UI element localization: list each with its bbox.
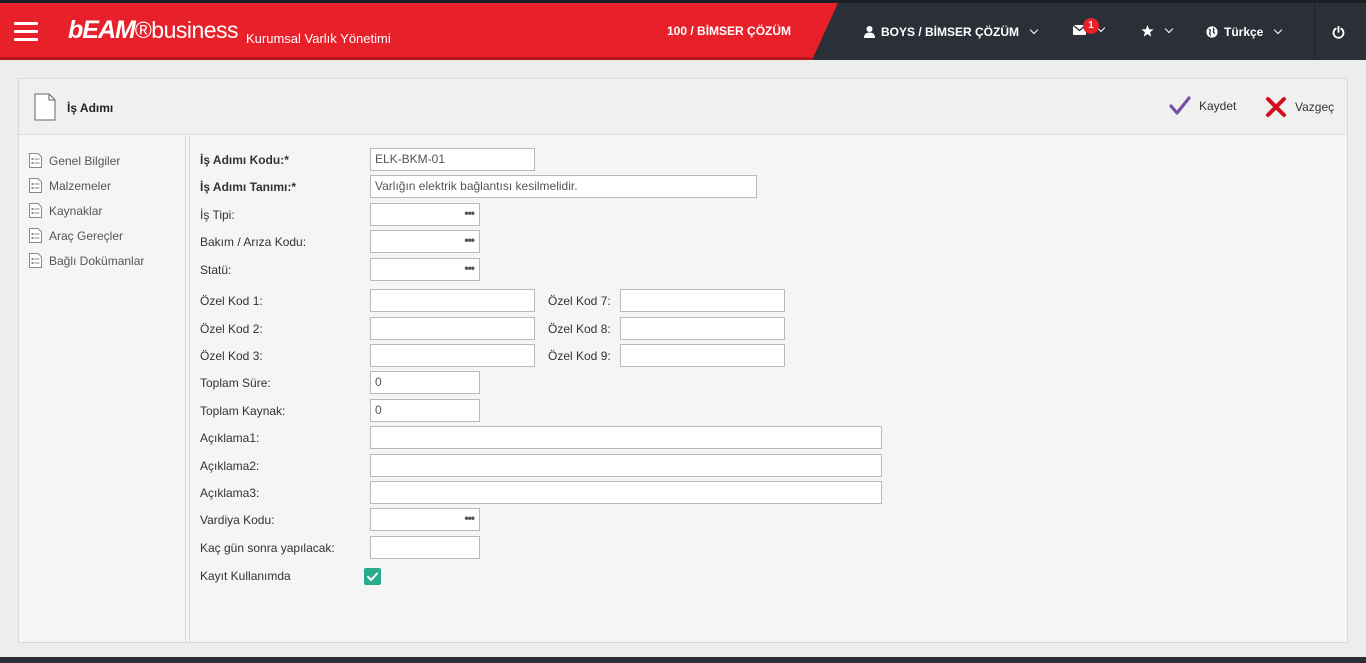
user-icon [864, 26, 875, 38]
document-icon [34, 93, 56, 121]
description-label: İş Adımı Tanımı:* [200, 180, 297, 194]
language-menu[interactable]: Türkçe [1206, 25, 1283, 39]
sidebar-item-label: Genel Bilgiler [49, 153, 121, 168]
note-3-label: Açıklama3: [200, 486, 260, 500]
logo-regular: ®business [134, 17, 239, 43]
sidebar-item-tools[interactable]: Araç Gereçler [29, 228, 123, 243]
special-code-9-label: Özel Kod 9: [548, 349, 611, 363]
chevron-down-icon [1029, 25, 1039, 35]
work-step-panel: İş Adımı Kaydet Vazgeç Genel Bilgiler Ma… [18, 78, 1348, 643]
logo[interactable]: bEAM®business [68, 16, 239, 45]
save-label: Kaydet [1199, 99, 1237, 113]
special-code-3-label: Özel Kod 3: [200, 349, 263, 363]
special-code-9-input[interactable] [620, 344, 785, 367]
sidebar-item-label: Malzemeler [49, 178, 112, 193]
panel-header: İş Adımı Kaydet Vazgeç [19, 79, 1347, 135]
ellipsis-icon[interactable]: ••• [464, 233, 475, 247]
shift-code-label: Vardiya Kodu: [200, 513, 275, 527]
app-subtitle: Kurumsal Varlık Yönetimi [246, 31, 391, 46]
bottom-bar [0, 657, 1366, 663]
page-title: İş Adımı [67, 101, 114, 115]
status-label: Statü: [200, 263, 232, 277]
shift-code-lookup[interactable]: ••• [370, 508, 480, 531]
save-button[interactable]: Kaydet [1169, 96, 1236, 116]
note-3-input[interactable] [370, 481, 882, 504]
user-name: BOYS / BİMSER ÇÖZÜM [881, 25, 1020, 39]
total-resource-input[interactable]: 0 [370, 399, 480, 422]
close-icon [1266, 97, 1286, 117]
special-code-1-input[interactable] [370, 289, 535, 312]
code-input[interactable]: ELK-BKM-01 [370, 148, 535, 171]
check-icon [1169, 96, 1191, 115]
power-icon[interactable] [1332, 26, 1345, 39]
note-2-input[interactable] [370, 454, 882, 477]
mail-count-badge: 1 [1083, 18, 1099, 34]
form-icon [29, 203, 42, 218]
star-icon [1141, 25, 1154, 37]
sidebar-item-label: Kaynaklar [49, 203, 103, 218]
divider [189, 136, 190, 642]
chevron-down-icon [1164, 24, 1174, 34]
in-use-label: Kayıt Kullanımda [200, 569, 291, 583]
note-1-input[interactable] [370, 426, 882, 449]
note-2-label: Açıklama2: [200, 459, 260, 473]
sidebar-item-general[interactable]: Genel Bilgiler [29, 153, 120, 168]
ellipsis-icon[interactable]: ••• [464, 206, 475, 220]
ellipsis-icon[interactable]: ••• [464, 261, 475, 275]
total-time-input[interactable]: 0 [370, 371, 480, 394]
total-resource-label: Toplam Kaynak: [200, 404, 286, 418]
sidebar: Genel Bilgiler Malzemeler Kaynaklar Araç… [19, 136, 186, 642]
special-code-7-input[interactable] [620, 289, 785, 312]
sidebar-item-resources[interactable]: Kaynaklar [29, 203, 102, 218]
special-code-2-label: Özel Kod 2: [200, 322, 263, 336]
form-icon [29, 153, 42, 168]
special-code-1-label: Özel Kod 1: [200, 294, 263, 308]
user-menu[interactable]: BOYS / BİMSER ÇÖZÜM [864, 25, 1039, 39]
form-icon [29, 228, 42, 243]
type-lookup[interactable]: ••• [370, 203, 480, 226]
special-code-7-label: Özel Kod 7: [548, 294, 611, 308]
globe-icon [1206, 26, 1218, 38]
form-icon [29, 178, 42, 193]
fault-code-label: Bakım / Arıza Kodu: [200, 235, 307, 249]
language-label: Türkçe [1224, 25, 1264, 39]
divider [1314, 3, 1315, 60]
type-label: İş Tipi: [200, 208, 235, 222]
sidebar-item-label: Araç Gereçler [49, 228, 124, 243]
favorites-menu[interactable] [1141, 24, 1174, 37]
note-1-label: Açıklama1: [200, 431, 260, 445]
status-lookup[interactable]: ••• [370, 258, 480, 281]
hamburger-icon[interactable] [14, 22, 38, 41]
code-label: İş Adımı Kodu:* [200, 153, 289, 167]
description-input[interactable]: Varlığın elektrik bağlantısı kesilmelidi… [370, 175, 757, 198]
cancel-button[interactable]: Vazgeç [1265, 96, 1334, 118]
special-code-8-input[interactable] [620, 317, 785, 340]
special-code-3-input[interactable] [370, 344, 535, 367]
special-code-8-label: Özel Kod 8: [548, 322, 611, 336]
special-code-2-input[interactable] [370, 317, 535, 340]
check-icon [367, 572, 378, 581]
cancel-label: Vazgeç [1295, 100, 1335, 114]
sidebar-item-materials[interactable]: Malzemeler [29, 178, 111, 193]
brand-underline [0, 57, 812, 60]
logo-bold: bEAM [68, 16, 136, 44]
days-after-input[interactable] [370, 536, 480, 559]
sidebar-item-documents[interactable]: Bağlı Dokümanlar [29, 253, 144, 268]
form-icon [29, 253, 42, 268]
ellipsis-icon[interactable]: ••• [464, 511, 475, 525]
fault-code-lookup[interactable]: ••• [370, 230, 480, 253]
company-selector[interactable]: 100 / BİMSER ÇÖZÜM [667, 24, 791, 38]
chevron-down-icon [1274, 25, 1283, 35]
sidebar-item-label: Bağlı Dokümanlar [49, 253, 145, 268]
days-after-label: Kaç gün sonra yapılacak: [200, 541, 335, 555]
in-use-checkbox[interactable] [364, 568, 381, 585]
top-bar: bEAM®business Kurumsal Varlık Yönetimi 1… [0, 0, 1366, 60]
total-time-label: Toplam Süre: [200, 376, 271, 390]
